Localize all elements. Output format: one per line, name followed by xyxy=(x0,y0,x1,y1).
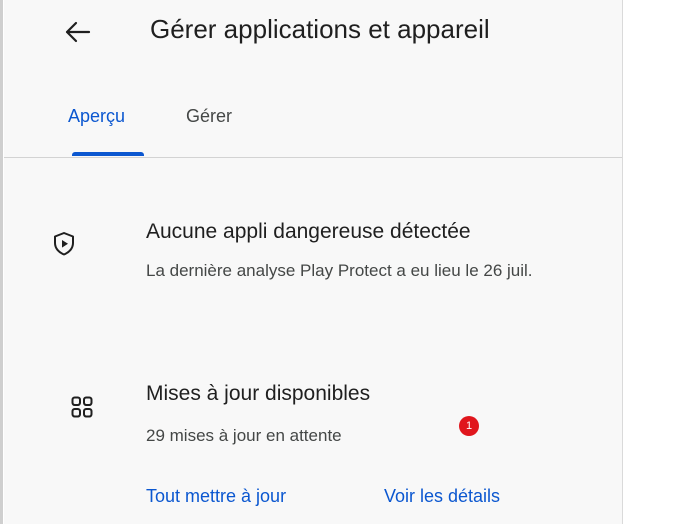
window-edge xyxy=(0,0,3,524)
back-button[interactable] xyxy=(54,12,102,56)
updates-subtitle: 29 mises à jour en attente xyxy=(146,426,342,445)
tab-apercu[interactable]: Aperçu xyxy=(68,106,125,127)
protect-subtitle: La dernière analyse Play Protect a eu li… xyxy=(146,261,533,280)
play-protect-shield-icon xyxy=(50,230,78,258)
manage-apps-screen: Gérer applications et appareil Aperçu Gé… xyxy=(4,0,622,524)
background-area xyxy=(622,0,692,524)
active-tab-indicator xyxy=(72,152,144,156)
apps-grid-icon xyxy=(68,393,96,421)
tab-bar: Aperçu Gérer xyxy=(4,100,622,158)
update-all-button[interactable]: Tout mettre à jour xyxy=(146,486,286,507)
page-title: Gérer applications et appareil xyxy=(150,14,490,44)
updates-title: Mises à jour disponibles xyxy=(146,382,371,405)
tabs-divider xyxy=(4,157,622,158)
notification-badge: 1 xyxy=(459,416,479,436)
arrow-left-icon xyxy=(65,21,91,48)
tab-gerer[interactable]: Gérer xyxy=(186,106,232,127)
window: Gérer applications et appareil Aperçu Gé… xyxy=(0,0,692,524)
see-details-button[interactable]: Voir les détails xyxy=(384,486,500,507)
protect-title: Aucune appli dangereuse détectée xyxy=(146,220,471,243)
